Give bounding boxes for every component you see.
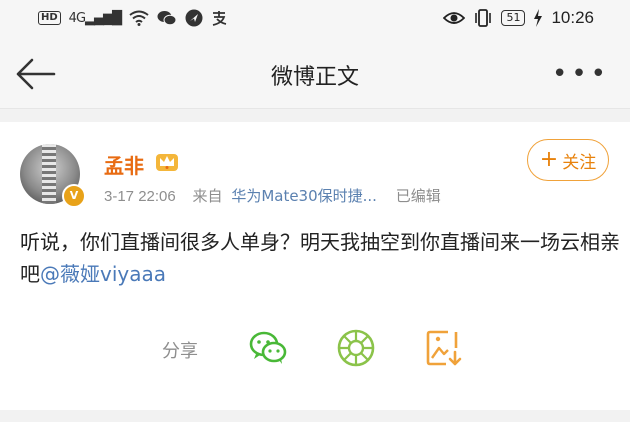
- alipay-icon: [212, 11, 227, 26]
- author-name[interactable]: 孟非: [104, 150, 144, 179]
- signal-icon: 4G▂▄▆█: [68, 10, 122, 26]
- eye-icon: [443, 12, 466, 24]
- follow-label: 关注: [562, 152, 597, 173]
- network-type: 4G: [68, 10, 86, 26]
- vibrate-icon: [475, 9, 492, 27]
- moments-icon[interactable]: [336, 328, 376, 368]
- status-bar: HD 4G▂▄▆█ 51 10:26: [0, 0, 630, 40]
- clock: 10:26: [551, 8, 594, 27]
- crown-vip-icon: [156, 154, 178, 171]
- location-icon: [185, 9, 203, 27]
- mention-link[interactable]: @薇娅viyaaa: [40, 262, 166, 286]
- device-link[interactable]: 华为Mate30保时捷...: [231, 187, 377, 205]
- post-date: 3-17 22:06: [104, 188, 176, 205]
- from-label: 来自: [192, 187, 223, 205]
- divider: [0, 410, 630, 422]
- wechat-icon: [157, 11, 177, 26]
- follow-button[interactable]: + 关注: [527, 139, 609, 181]
- nav-bar: 微博正文 •••: [0, 40, 630, 109]
- post-meta: 3-17 22:06 来自 华为Mate30保时捷... 已编辑: [104, 185, 441, 206]
- post-content: 听说，你们直播间很多人单身？明天我抽空到你直播间来一场云相亲吧@薇娅viyaaa: [20, 226, 620, 290]
- battery-icon: 51: [501, 10, 526, 26]
- wechat-icon[interactable]: [248, 328, 288, 368]
- charging-icon: [534, 9, 543, 27]
- divider: [0, 109, 630, 122]
- edited-label: 已编辑: [395, 187, 441, 205]
- wifi-icon: [129, 10, 149, 26]
- verified-badge-icon: V: [62, 184, 86, 208]
- plus-icon: +: [539, 147, 559, 172]
- share-label: 分享: [162, 341, 198, 362]
- save-image-icon[interactable]: [424, 328, 464, 368]
- post-card: V 孟非 3-17 22:06 来自 华为Mate30保时捷... 已编辑 + …: [0, 122, 630, 410]
- page-title: 微博正文: [270, 65, 359, 90]
- more-dots-icon[interactable]: •••: [552, 56, 610, 92]
- status-left-icons: HD 4G▂▄▆█: [38, 9, 227, 27]
- hd-icon: HD: [38, 11, 61, 25]
- status-right-icons: 51 10:26: [443, 8, 594, 28]
